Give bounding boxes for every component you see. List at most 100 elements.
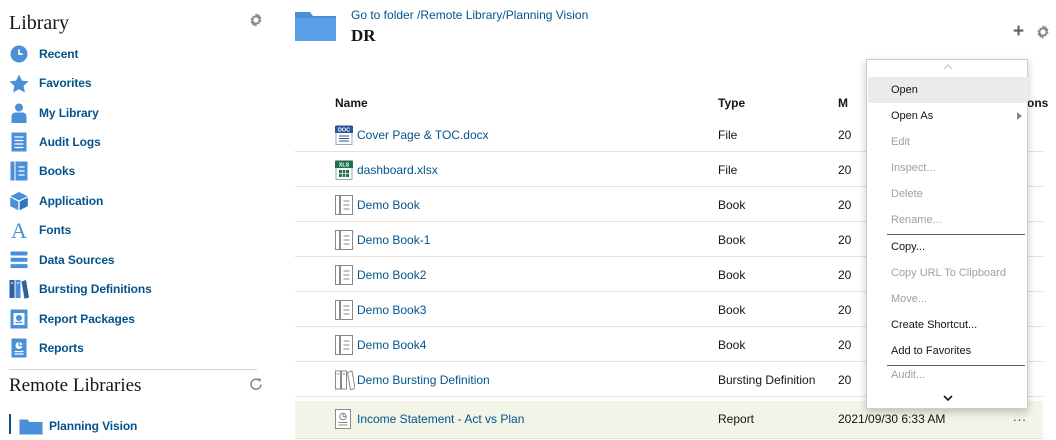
item-name-link[interactable]: Demo Book2 <box>357 268 426 282</box>
item-type: Book <box>718 303 746 317</box>
sidebar-item-label: Favorites <box>39 76 92 90</box>
item-modified: 20 <box>838 303 852 317</box>
item-modified: 20 <box>838 128 852 142</box>
book-icon <box>335 230 353 250</box>
menu-item-label: Open As <box>891 110 934 122</box>
refresh-icon[interactable] <box>248 376 264 392</box>
menu-item-copy-url[interactable]: Copy URL To Clipboard <box>868 260 1028 286</box>
report-package-icon <box>9 309 29 329</box>
item-name-link[interactable]: dashboard.xlsx <box>357 163 438 177</box>
menu-item-move[interactable]: Move... <box>868 286 1028 312</box>
sidebar-item-recent[interactable]: Recent <box>9 41 79 67</box>
sidebar-item-label: Fonts <box>39 223 72 237</box>
sidebar-item-label: Planning Vision <box>49 419 138 433</box>
menu-item-delete[interactable]: Delete <box>868 181 1028 207</box>
context-menu: Open Open As Edit Inspect... Delete Rena… <box>866 59 1028 409</box>
scroll-up-icon[interactable] <box>943 64 953 70</box>
book-icon <box>9 161 29 181</box>
row-actions-button[interactable]: ... <box>1013 409 1027 424</box>
bursting-definition-icon <box>335 370 356 391</box>
item-name-link[interactable]: Demo Book-1 <box>357 233 430 247</box>
item-modified: 20 <box>838 198 852 212</box>
item-name-link[interactable]: Cover Page & TOC.docx <box>357 128 489 142</box>
menu-item-open-as[interactable]: Open As <box>868 103 1028 129</box>
menu-item-copy[interactable]: Copy... <box>868 234 1028 260</box>
sidebar-item-label: Books <box>39 164 76 178</box>
item-type: Book <box>718 198 746 212</box>
sidebar-item-application[interactable]: Application <box>9 188 103 214</box>
add-button[interactable]: + <box>1013 22 1024 41</box>
item-name-link[interactable]: Demo Book3 <box>357 303 426 317</box>
docx-file-icon: DOC <box>335 125 353 145</box>
submenu-arrow-icon <box>1017 112 1022 120</box>
report-icon <box>335 409 353 429</box>
sidebar-item-reports[interactable]: Reports <box>9 335 84 361</box>
column-header-modified[interactable]: M <box>838 96 848 110</box>
item-modified: 20 <box>838 373 852 387</box>
sidebar-item-favorites[interactable]: Favorites <box>9 70 92 96</box>
cube-icon <box>9 191 29 211</box>
font-icon: A <box>9 220 29 240</box>
sidebar: Library Recent Favorites My Library Audi… <box>0 0 262 440</box>
item-modified: 20 <box>838 338 852 352</box>
report-icon <box>9 338 29 358</box>
item-name-link[interactable]: Demo Book4 <box>357 338 426 352</box>
svg-text:A: A <box>11 220 27 240</box>
sidebar-item-fonts[interactable]: A Fonts <box>9 217 71 243</box>
item-modified: 20 <box>838 233 852 247</box>
database-icon <box>9 250 29 270</box>
sidebar-item-my-library[interactable]: My Library <box>9 100 99 126</box>
sidebar-item-books[interactable]: Books <box>9 158 75 184</box>
sidebar-item-report-packages[interactable]: Report Packages <box>9 306 135 332</box>
sidebar-item-label: Application <box>39 194 104 208</box>
menu-item-edit[interactable]: Edit <box>868 129 1028 155</box>
sidebar-divider <box>9 369 257 370</box>
item-modified: 20 <box>838 268 852 282</box>
binders-icon <box>9 279 29 299</box>
book-icon <box>335 335 353 355</box>
person-icon <box>9 103 29 123</box>
settings-gear-icon[interactable] <box>1035 24 1051 40</box>
document-lines-icon <box>9 132 29 152</box>
sidebar-item-label: Data Sources <box>39 253 115 267</box>
page-title: DR <box>351 26 376 45</box>
item-modified: 2021/09/30 6:33 AM <box>838 412 946 426</box>
item-type: Book <box>718 233 746 247</box>
menu-item-rename[interactable]: Rename... <box>868 207 1028 233</box>
column-header-type[interactable]: Type <box>718 96 745 110</box>
sidebar-item-data-sources[interactable]: Data Sources <box>9 247 115 273</box>
book-icon <box>335 195 353 215</box>
svg-text:XLS: XLS <box>339 163 350 169</box>
sidebar-item-bursting-definitions[interactable]: Bursting Definitions <box>9 276 152 302</box>
item-type: Book <box>718 338 746 352</box>
menu-item-open[interactable]: Open <box>868 77 1028 103</box>
item-type: Bursting Definition <box>718 373 816 387</box>
item-type: File <box>718 163 738 177</box>
book-icon <box>335 300 353 320</box>
remote-libraries-title: Remote Libraries <box>9 375 142 396</box>
clock-icon <box>9 44 29 64</box>
sidebar-item-audit-logs[interactable]: Audit Logs <box>9 129 101 155</box>
xlsx-file-icon: XLS <box>335 160 353 180</box>
scroll-down-icon[interactable] <box>943 395 953 402</box>
menu-item-create-shortcut[interactable]: Create Shortcut... <box>868 312 1028 338</box>
breadcrumb[interactable]: Go to folder /Remote Library/Planning Vi… <box>351 8 588 22</box>
item-name-link[interactable]: Demo Book <box>357 198 420 212</box>
library-title: Library <box>9 12 69 34</box>
item-name-link[interactable]: Demo Bursting Definition <box>357 373 490 387</box>
book-icon <box>335 265 353 285</box>
menu-item-audit[interactable]: Audit... <box>868 365 1028 389</box>
sidebar-item-label: Reports <box>39 341 84 355</box>
star-icon <box>9 73 29 93</box>
item-name-link[interactable]: Income Statement - Act vs Plan <box>357 412 524 426</box>
sidebar-item-planning-vision[interactable]: Planning Vision <box>19 413 137 439</box>
folder-icon <box>19 416 43 436</box>
item-modified: 20 <box>838 163 852 177</box>
library-settings-gear-icon[interactable] <box>248 12 264 28</box>
sidebar-item-label: Bursting Definitions <box>39 282 152 296</box>
sidebar-item-label: Recent <box>39 47 79 61</box>
menu-item-inspect[interactable]: Inspect... <box>868 155 1028 181</box>
column-header-actions: ons <box>1027 96 1049 110</box>
menu-item-add-to-favorites[interactable]: Add to Favorites <box>868 338 1028 364</box>
column-header-name[interactable]: Name <box>335 96 368 110</box>
